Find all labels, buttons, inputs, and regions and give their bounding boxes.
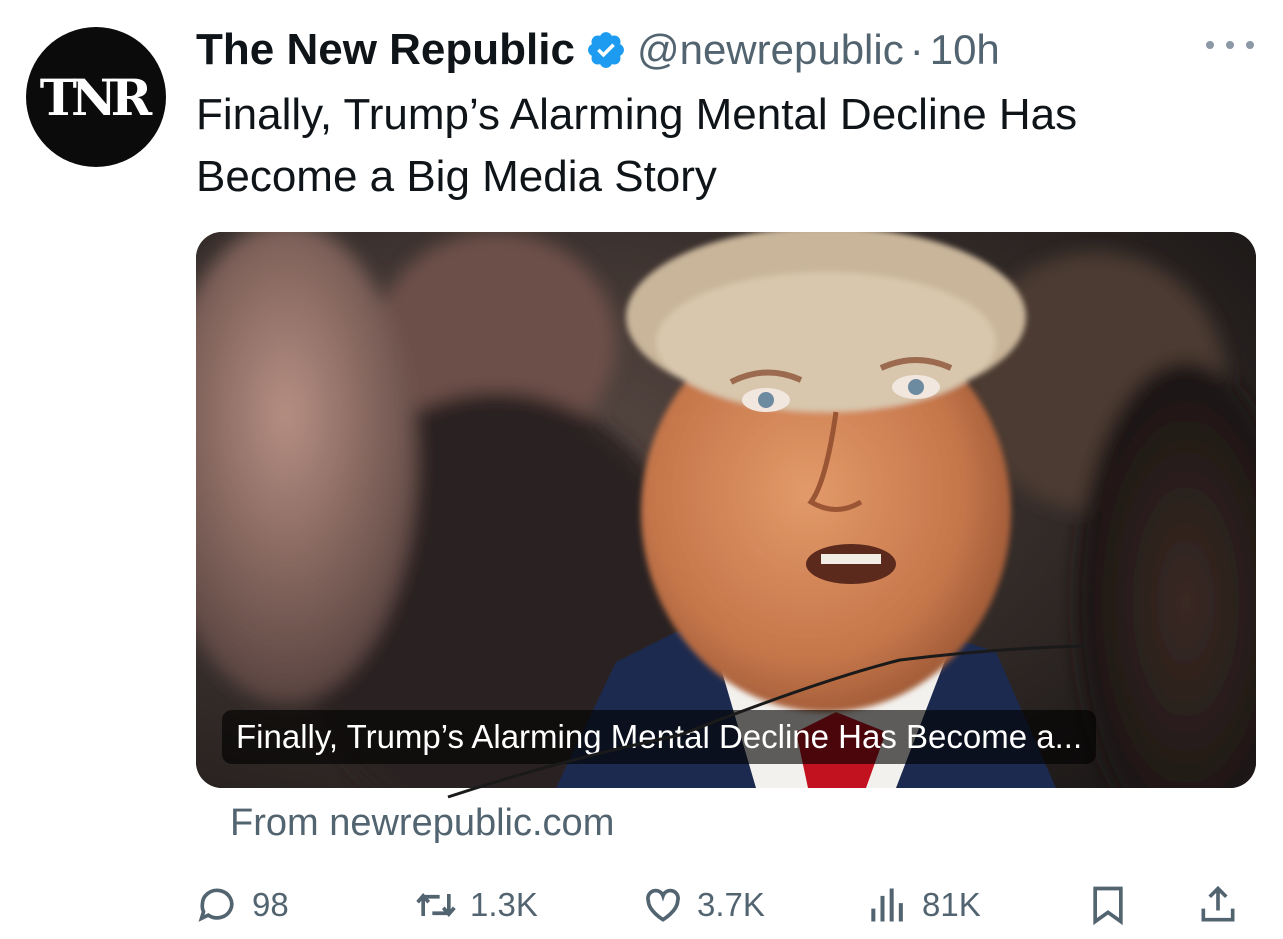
card-photo	[196, 232, 1256, 788]
retweet-icon	[416, 893, 456, 917]
card-caption: Finally, Trump’s Alarming Mental Decline…	[222, 710, 1097, 764]
like-count: 3.7K	[697, 886, 765, 923]
tweet[interactable]: TNR The New Republic @newrepublic · 10h …	[0, 0, 1283, 939]
reply-icon	[198, 888, 234, 922]
retweet-count: 1.3K	[470, 886, 538, 923]
card-source[interactable]: From newrepublic.com	[230, 802, 614, 845]
views-count: 81K	[922, 886, 981, 923]
bookmark-icon	[1093, 886, 1123, 926]
retweet-button[interactable]: 1.3K	[414, 878, 538, 932]
separator-dot: ·	[909, 26, 924, 73]
tweet-text: Finally, Trump’s Alarming Mental Decline…	[196, 90, 1078, 201]
share-icon	[1201, 885, 1235, 922]
avatar[interactable]: TNR	[26, 27, 166, 167]
more-options-icon[interactable]	[1206, 30, 1254, 60]
views-icon	[871, 888, 903, 922]
share-button[interactable]	[1196, 878, 1240, 932]
link-card[interactable]: Finally, Trump’s Alarming Mental Decline…	[196, 232, 1256, 788]
like-icon	[646, 888, 680, 922]
timestamp[interactable]: 10h	[930, 26, 1000, 74]
reply-count: 98	[252, 886, 289, 923]
tweet-actions: 98 1.3K 3.7K 81K	[196, 878, 1256, 932]
views-button[interactable]: 81K	[866, 878, 981, 932]
reply-button[interactable]: 98	[196, 878, 289, 932]
tweet-header: The New Republic @newrepublic · 10h	[196, 20, 1000, 80]
avatar-logo-text: TNR	[39, 67, 152, 127]
user-handle[interactable]: @newrepublic	[637, 26, 904, 74]
display-name[interactable]: The New Republic	[196, 25, 575, 75]
like-button[interactable]: 3.7K	[641, 878, 765, 932]
verified-badge-icon[interactable]	[585, 29, 627, 71]
bookmark-button[interactable]	[1086, 878, 1130, 932]
